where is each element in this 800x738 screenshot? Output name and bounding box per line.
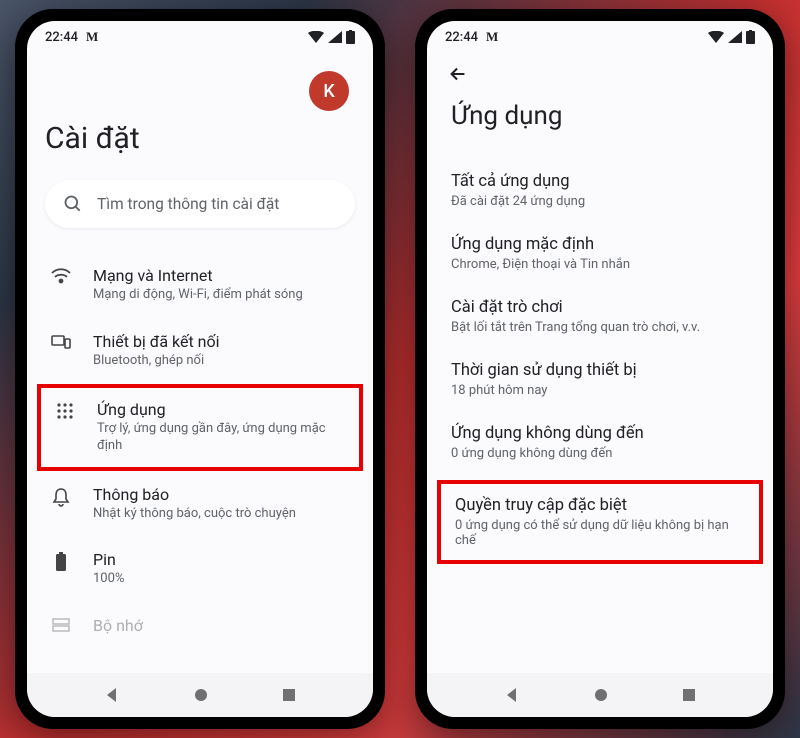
- apps-item-default[interactable]: Ứng dụng mặc định Chrome, Điện thoại và …: [445, 222, 755, 285]
- search-placeholder: Tìm trong thông tin cài đặt: [97, 195, 279, 213]
- settings-item-devices[interactable]: Thiết bị đã kết nối Bluetooth, ghép nối: [45, 318, 355, 384]
- highlight-special-access: Quyền truy cập đặc biệt 0 ứng dụng có th…: [437, 480, 763, 564]
- apps-item-all[interactable]: Tất cả ứng dụng Đã cài đặt 24 ứng dụng: [445, 159, 755, 222]
- settings-item-network[interactable]: Mạng và Internet Mạng di động, Wi-Fi, đi…: [45, 252, 355, 318]
- item-sub: Nhật ký thông báo, cuộc trò chuyện: [93, 506, 351, 523]
- page-title: Ứng dụng: [445, 101, 755, 131]
- signal-icon: [728, 31, 742, 43]
- bell-icon: [49, 485, 73, 507]
- item-title: Mạng và Internet: [93, 266, 351, 285]
- battery-icon: [746, 30, 755, 44]
- item-sub: Chrome, Điện thoại và Tin nhắn: [451, 257, 749, 272]
- apps-item-unused[interactable]: Ứng dụng không dùng đến 0 ứng dụng không…: [445, 411, 755, 474]
- devices-icon: [49, 332, 73, 350]
- settings-item-apps[interactable]: Ứng dụng Trợ lý, ứng dụng gần đây, ứng d…: [49, 398, 351, 457]
- status-bar: 22:44 M: [427, 21, 773, 49]
- search-icon: [63, 194, 83, 214]
- page-title: Cài đặt: [45, 121, 355, 156]
- item-sub: 100%: [93, 571, 351, 588]
- search-input[interactable]: Tìm trong thông tin cài đặt: [45, 180, 355, 228]
- settings-content: K Cài đặt Tìm trong thông tin cài đặt Mạ…: [27, 49, 373, 673]
- apps-item-games[interactable]: Cài đặt trò chơi Bật lối tắt trên Trang …: [445, 285, 755, 348]
- apps-item-screentime[interactable]: Thời gian sử dụng thiết bị 18 phút hôm n…: [445, 348, 755, 411]
- avatar[interactable]: K: [309, 71, 349, 111]
- wifi-icon: [308, 31, 324, 43]
- item-title: Ứng dụng không dùng đến: [451, 424, 749, 443]
- wifi-icon: [708, 31, 724, 43]
- storage-icon: [49, 616, 73, 632]
- signal-icon: [328, 31, 342, 43]
- item-title: Ứng dụng mặc định: [451, 235, 749, 254]
- phone-left: 22:44 M K Cài đặt Tìm trong thông tin cà…: [15, 9, 385, 729]
- nav-back[interactable]: [504, 687, 520, 703]
- battery-icon: [346, 30, 355, 44]
- item-title: Pin: [93, 550, 351, 569]
- item-sub: Trợ lý, ứng dụng gần đây, ứng dụng mặc đ…: [97, 421, 347, 455]
- item-title: Quyền truy cập đặc biệt: [455, 496, 745, 515]
- settings-item-notifications[interactable]: Thông báo Nhật ký thông báo, cuộc trò ch…: [45, 471, 355, 537]
- item-sub: 0 ứng dụng có thể sử dụng dữ liệu không …: [455, 518, 745, 548]
- gmail-icon: M: [86, 29, 98, 45]
- item-title: Tất cả ứng dụng: [451, 172, 749, 191]
- item-sub: 18 phút hôm nay: [451, 383, 749, 398]
- item-title: Cài đặt trò chơi: [451, 298, 749, 317]
- back-button[interactable]: [447, 63, 469, 89]
- nav-recent[interactable]: [682, 688, 696, 702]
- settings-item-storage[interactable]: Bộ nhớ: [45, 602, 355, 651]
- item-title: Ứng dụng: [97, 400, 347, 419]
- item-title: Thông báo: [93, 485, 351, 504]
- item-sub: Mạng di động, Wi-Fi, điểm phát sóng: [93, 287, 351, 304]
- status-bar: 22:44 M: [27, 21, 373, 49]
- gmail-icon: M: [486, 29, 498, 45]
- nav-bar: [427, 673, 773, 717]
- nav-home[interactable]: [193, 687, 209, 703]
- apps-content: Ứng dụng Tất cả ứng dụng Đã cài đặt 24 ứ…: [427, 49, 773, 673]
- item-sub: Bật lối tắt trên Trang tổng quan trò chơ…: [451, 320, 749, 335]
- item-title: Thiết bị đã kết nối: [93, 332, 351, 351]
- settings-item-battery[interactable]: Pin 100%: [45, 536, 355, 602]
- status-time: 22:44: [445, 30, 478, 45]
- nav-bar: [27, 673, 373, 717]
- status-time: 22:44: [45, 30, 78, 45]
- item-sub: 0 ứng dụng không dùng đến: [451, 446, 749, 461]
- apps-item-special-access[interactable]: Quyền truy cập đặc biệt 0 ứng dụng có th…: [449, 494, 751, 550]
- phone-right: 22:44 M Ứng dụng Tất cả ứng dụng Đã cài …: [415, 9, 785, 729]
- screen-left: 22:44 M K Cài đặt Tìm trong thông tin cà…: [27, 21, 373, 717]
- nav-recent[interactable]: [282, 688, 296, 702]
- wifi-icon: [49, 266, 73, 284]
- nav-back[interactable]: [104, 687, 120, 703]
- highlight-apps: Ứng dụng Trợ lý, ứng dụng gần đây, ứng d…: [37, 384, 363, 471]
- battery-icon: [49, 550, 73, 572]
- item-sub: Đã cài đặt 24 ứng dụng: [451, 194, 749, 209]
- screen-right: 22:44 M Ứng dụng Tất cả ứng dụng Đã cài …: [427, 21, 773, 717]
- nav-home[interactable]: [593, 687, 609, 703]
- item-title: Thời gian sử dụng thiết bị: [451, 361, 749, 380]
- item-sub: Bluetooth, ghép nối: [93, 353, 351, 370]
- apps-icon: [53, 400, 77, 420]
- item-title: Bộ nhớ: [93, 616, 351, 635]
